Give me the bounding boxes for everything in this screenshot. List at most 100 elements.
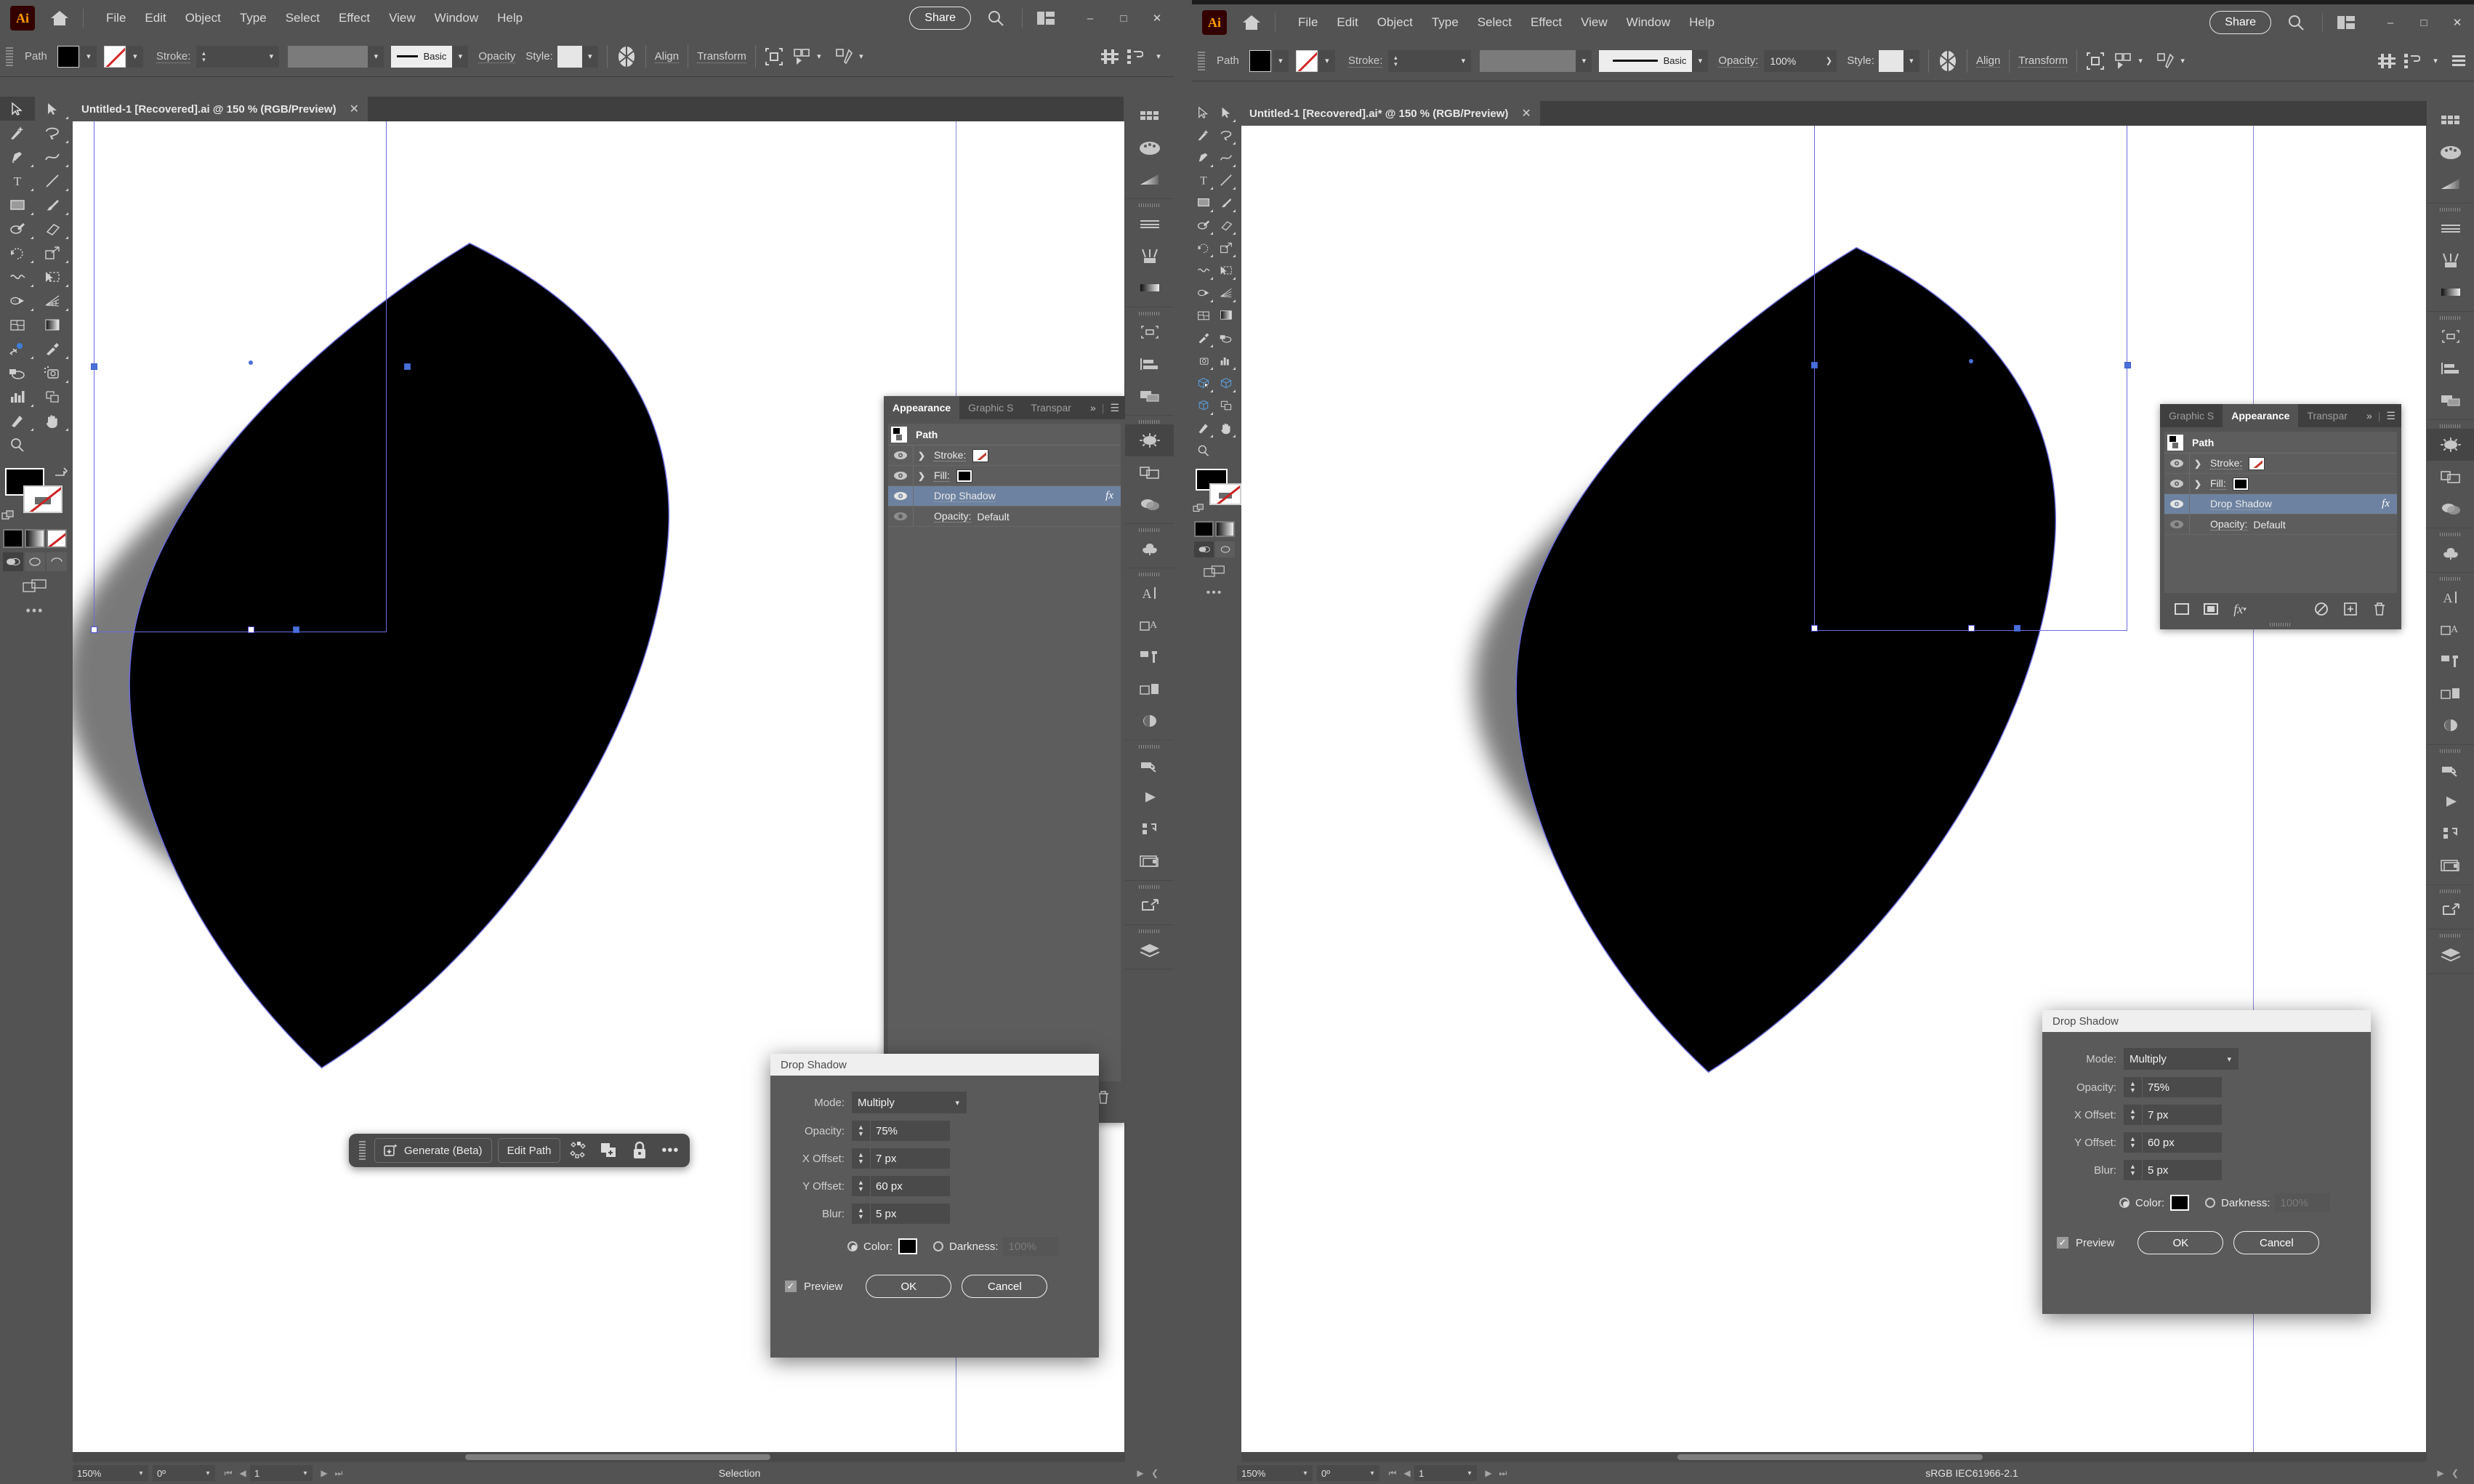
tool-scale[interactable] [1214, 236, 1237, 259]
next-artboard-icon[interactable]: ▶ [317, 1468, 331, 1478]
tool-type[interactable]: T [1192, 169, 1214, 191]
stroke-weight-value[interactable] [1403, 50, 1455, 72]
edit-toolbar-more-icon[interactable]: ••• [0, 603, 70, 618]
stroke-weight-dropdown-icon[interactable]: ▾ [1455, 50, 1471, 72]
workspace-switcher-icon[interactable] [2332, 9, 2361, 36]
tool-rectangle[interactable] [1192, 191, 1214, 214]
menu-file[interactable]: File [1289, 11, 1327, 34]
artboards-panel-icon[interactable] [1125, 845, 1174, 877]
xoffset-stepper-arrows[interactable]: ▲▼ [2124, 1105, 2143, 1125]
tool-lasso[interactable] [1214, 124, 1237, 146]
opacity-value[interactable]: 75% [2143, 1077, 2222, 1097]
menu-type[interactable]: Type [230, 7, 276, 30]
opentype-panel-icon[interactable] [2427, 709, 2474, 741]
tool-eyedropper[interactable] [35, 336, 70, 360]
graphic-style-swatch[interactable] [1879, 50, 1903, 72]
gradient-bar-icon[interactable] [2427, 276, 2474, 308]
stroke-profile-dropdown-icon[interactable]: ▾ [368, 46, 384, 68]
layers-panel-icon[interactable] [2427, 938, 2474, 970]
rotation-dropdown-icon[interactable]: ▾ [201, 1465, 215, 1481]
prev-artboard-icon[interactable]: ◀ [1400, 1468, 1414, 1478]
expand-arrow-icon[interactable]: ❯ [914, 471, 930, 481]
panel-overflow-icon[interactable]: » [2366, 410, 2372, 422]
panel-list-icon[interactable] [2451, 53, 2467, 69]
align-button[interactable]: Align [655, 50, 679, 63]
appearance-row-drop-shadow[interactable]: Drop Shadow fx [2164, 494, 2397, 515]
actions-panel-icon[interactable] [1125, 749, 1174, 781]
stroke-swatch[interactable] [1296, 50, 1318, 72]
tool-3d-revolve[interactable] [1214, 371, 1237, 394]
edit-toolbar-dropdown-icon[interactable]: ▾ [853, 46, 869, 68]
xoffset-value[interactable]: 7 px [2143, 1105, 2222, 1125]
tool-mesh[interactable] [0, 312, 35, 336]
tool-eyedropper[interactable] [1192, 326, 1214, 349]
select-similar-dropdown-icon[interactable]: ▾ [811, 46, 827, 68]
tool-column-graph[interactable] [0, 384, 35, 408]
fill-swatch[interactable] [57, 46, 79, 68]
expand-arrow-icon[interactable]: ❯ [2190, 479, 2206, 489]
tool-mesh[interactable] [1192, 304, 1214, 326]
menu-object[interactable]: Object [176, 7, 230, 30]
transparency-panel-icon[interactable] [1125, 488, 1174, 520]
tool-eyedropper-blend[interactable] [0, 336, 35, 360]
home-icon[interactable] [1237, 10, 1266, 35]
tool-hand[interactable] [1214, 416, 1237, 439]
tool-zoom[interactable] [0, 432, 35, 456]
darkness-value[interactable]: 100% [2275, 1193, 2330, 1212]
artboard-dropdown-icon[interactable]: ▾ [298, 1465, 313, 1481]
color-radio[interactable] [2119, 1198, 2130, 1208]
stroke-weight-dropdown-icon[interactable]: ▾ [263, 46, 279, 68]
zoom-dropdown-icon[interactable]: ▾ [134, 1465, 148, 1481]
edit-path-button[interactable]: Edit Path [498, 1138, 561, 1163]
contextual-toolbar-grip[interactable] [359, 1141, 366, 1160]
character-styles-panel-icon[interactable]: A [2427, 613, 2474, 645]
menu-view[interactable]: View [379, 7, 425, 30]
paragraph-styles-panel-icon[interactable] [1125, 673, 1174, 705]
anchor-points-icon[interactable] [565, 1138, 592, 1163]
darkness-radio[interactable] [2205, 1198, 2215, 1208]
tab-graphic-styles[interactable]: Graphic S [2160, 404, 2223, 427]
stroke-dropdown-icon[interactable]: ▾ [1319, 50, 1335, 72]
tool-width[interactable] [1192, 259, 1214, 281]
opacity-stepper-arrows[interactable]: ▲▼ [852, 1121, 871, 1141]
status-collapse-icon[interactable]: ❮ [1148, 1468, 1162, 1478]
tool-zoom[interactable] [1192, 439, 1214, 461]
canvas-hscrollbar-left[interactable] [73, 1452, 1124, 1462]
visibility-eye-icon[interactable] [2164, 499, 2189, 509]
control-bar-grip[interactable] [1198, 52, 1205, 70]
close-button[interactable]: ✕ [1140, 5, 1174, 31]
color-mode-button[interactable] [1194, 521, 1214, 537]
panel-overflow-icon[interactable]: » [1090, 402, 1096, 414]
tool-width[interactable] [0, 265, 35, 289]
visibility-eye-icon[interactable] [2164, 479, 2189, 488]
select-similar-dropdown-icon[interactable]: ▾ [2132, 50, 2148, 72]
control-bar-grip[interactable] [6, 47, 13, 66]
cancel-button[interactable]: Cancel [2233, 1231, 2319, 1254]
gradient-mode-button[interactable] [1215, 521, 1235, 537]
transform-panel-icon[interactable] [1125, 316, 1174, 348]
tool-free-transform[interactable] [35, 265, 70, 289]
shadow-color-swatch[interactable] [898, 1238, 917, 1254]
stroke-weight-combo[interactable]: ▴▾ ▾ [196, 46, 279, 68]
minimize-button[interactable]: – [1073, 5, 1107, 31]
tool-rectangle[interactable] [0, 193, 35, 217]
first-artboard-icon[interactable]: ⏮ [1385, 1468, 1400, 1479]
draw-normal-button[interactable] [3, 552, 23, 571]
rotation-value[interactable]: 0º [1317, 1465, 1365, 1481]
tool-magic-wand[interactable] [0, 121, 35, 145]
stroke-profile-field[interactable] [1480, 50, 1576, 72]
menu-edit[interactable]: Edit [1327, 11, 1367, 34]
menu-select[interactable]: Select [276, 7, 329, 30]
document-tab-left[interactable]: Untitled-1 [Recovered].ai @ 150 % (RGB/P… [70, 97, 368, 121]
tool-direct-selection[interactable] [1214, 101, 1237, 124]
fill-dropdown-icon[interactable]: ▾ [81, 46, 97, 68]
selection-anchor-bottom[interactable] [2014, 625, 2020, 632]
brush-definition-select[interactable]: Basic [1599, 50, 1692, 72]
tool-curvature[interactable] [35, 145, 70, 169]
edit-toolbar-more-icon[interactable]: ••• [1192, 586, 1237, 600]
mode-select[interactable]: Multiply ▾ [2124, 1048, 2239, 1070]
last-artboard-icon[interactable]: ⏭ [1496, 1468, 1510, 1479]
tool-rotate[interactable] [0, 241, 35, 265]
add-new-stroke-icon[interactable] [2167, 599, 2196, 619]
edit-toolbar-icon[interactable] [2156, 52, 2175, 70]
